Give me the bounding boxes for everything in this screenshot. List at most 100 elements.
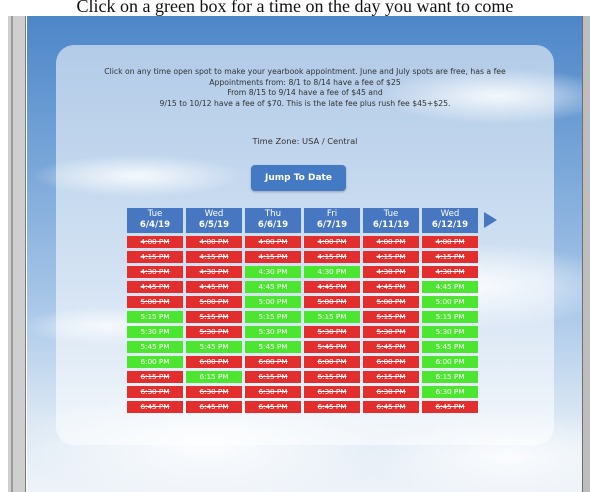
booked-time-slot: 6:15 PM bbox=[245, 371, 301, 383]
date-label: 6/5/19 bbox=[198, 220, 230, 230]
booked-time-slot: 6:30 PM bbox=[127, 386, 183, 398]
booked-time-slot: 4:45 PM bbox=[186, 281, 242, 293]
booked-time-slot: 4:00 PM bbox=[186, 236, 242, 248]
booked-time-slot: 6:45 PM bbox=[422, 401, 478, 413]
browser-frame-left bbox=[8, 16, 26, 492]
weekday-label: Thu bbox=[264, 209, 282, 219]
booked-time-slot: 6:45 PM bbox=[127, 401, 183, 413]
open-time-slot[interactable]: 6:30 PM bbox=[422, 386, 478, 398]
date-label: 6/4/19 bbox=[139, 220, 171, 230]
booked-time-slot: 4:00 PM bbox=[127, 236, 183, 248]
date-label: 6/7/19 bbox=[316, 220, 348, 230]
booked-time-slot: 4:15 PM bbox=[422, 251, 478, 263]
booked-time-slot: 6:45 PM bbox=[304, 401, 360, 413]
booked-time-slot: 4:00 PM bbox=[245, 236, 301, 248]
booked-time-slot: 6:30 PM bbox=[245, 386, 301, 398]
date-column-header: Tue 6/4/19 bbox=[127, 208, 183, 233]
open-time-slot[interactable]: 6:00 PM bbox=[127, 356, 183, 368]
booked-time-slot: 5:00 PM bbox=[304, 296, 360, 308]
open-time-slot[interactable]: 5:15 PM bbox=[422, 311, 478, 323]
booked-time-slot: 4:30 PM bbox=[127, 266, 183, 278]
open-time-slot[interactable]: 4:30 PM bbox=[245, 266, 301, 278]
open-time-slot[interactable]: 4:45 PM bbox=[422, 281, 478, 293]
date-label: 6/11/19 bbox=[372, 220, 410, 230]
open-time-slot[interactable]: 5:45 PM bbox=[245, 341, 301, 353]
open-time-slot[interactable]: 6:00 PM bbox=[422, 356, 478, 368]
open-time-slot[interactable]: 4:30 PM bbox=[304, 266, 360, 278]
booked-time-slot: 5:30 PM bbox=[186, 326, 242, 338]
date-column-header: Wed 6/5/19 bbox=[186, 208, 242, 233]
booked-time-slot: 6:00 PM bbox=[245, 356, 301, 368]
booked-time-slot: 4:15 PM bbox=[186, 251, 242, 263]
weekday-label: Tue bbox=[383, 209, 399, 219]
open-time-slot[interactable]: 6:15 PM bbox=[186, 371, 242, 383]
booked-time-slot: 4:45 PM bbox=[363, 281, 419, 293]
booked-time-slot: 4:00 PM bbox=[422, 236, 478, 248]
weekday-label: Fri bbox=[326, 209, 338, 219]
open-time-slot[interactable]: 5:15 PM bbox=[245, 311, 301, 323]
booked-time-slot: 4:30 PM bbox=[422, 266, 478, 278]
open-time-slot[interactable]: 6:15 PM bbox=[422, 371, 478, 383]
booked-time-slot: 4:30 PM bbox=[186, 266, 242, 278]
next-week-arrow-icon[interactable] bbox=[484, 212, 497, 228]
booked-time-slot: 4:15 PM bbox=[127, 251, 183, 263]
jump-to-date-button[interactable]: Jump To Date bbox=[251, 165, 346, 191]
booked-time-slot: 5:30 PM bbox=[363, 326, 419, 338]
booked-time-slot: 6:30 PM bbox=[304, 386, 360, 398]
booked-time-slot: 6:15 PM bbox=[304, 371, 360, 383]
open-time-slot[interactable]: 5:15 PM bbox=[127, 311, 183, 323]
booked-time-slot: 6:30 PM bbox=[186, 386, 242, 398]
booked-time-slot: 6:45 PM bbox=[363, 401, 419, 413]
open-time-slot[interactable]: 5:45 PM bbox=[186, 341, 242, 353]
booked-time-slot: 6:45 PM bbox=[245, 401, 301, 413]
booked-time-slot: 5:45 PM bbox=[304, 341, 360, 353]
date-column-header: Fri 6/7/19 bbox=[304, 208, 360, 233]
notice-line: Click on any time open spot to make your… bbox=[104, 67, 506, 76]
weekday-label: Wed bbox=[204, 209, 224, 219]
booked-time-slot: 5:45 PM bbox=[363, 341, 419, 353]
booked-time-slot: 6:15 PM bbox=[363, 371, 419, 383]
booked-time-slot: 6:00 PM bbox=[186, 356, 242, 368]
open-time-slot[interactable]: 5:45 PM bbox=[127, 341, 183, 353]
date-column-header: Tue 6/11/19 bbox=[363, 208, 419, 233]
booked-time-slot: 5:15 PM bbox=[363, 311, 419, 323]
booked-time-slot: 4:45 PM bbox=[304, 281, 360, 293]
appointment-grid: Tue 6/4/19 Wed 6/5/19 Thu 6/6/19 Fri 6/7/19 Tue 6… bbox=[127, 208, 478, 413]
open-time-slot[interactable]: 5:30 PM bbox=[127, 326, 183, 338]
booked-time-slot: 4:00 PM bbox=[363, 236, 419, 248]
weekday-label: Tue bbox=[147, 209, 163, 219]
open-time-slot[interactable]: 5:45 PM bbox=[422, 341, 478, 353]
booked-time-slot: 4:00 PM bbox=[304, 236, 360, 248]
browser-frame-right bbox=[582, 16, 590, 492]
open-time-slot[interactable]: 5:15 PM bbox=[304, 311, 360, 323]
booked-time-slot: 6:00 PM bbox=[304, 356, 360, 368]
date-column-header: Thu 6/6/19 bbox=[245, 208, 301, 233]
booked-time-slot: 6:30 PM bbox=[363, 386, 419, 398]
booked-time-slot: 6:15 PM bbox=[127, 371, 183, 383]
booked-time-slot: 5:00 PM bbox=[363, 296, 419, 308]
booked-time-slot: 5:30 PM bbox=[304, 326, 360, 338]
open-time-slot[interactable]: 5:00 PM bbox=[422, 296, 478, 308]
booked-time-slot: 5:15 PM bbox=[186, 311, 242, 323]
booked-time-slot: 4:30 PM bbox=[363, 266, 419, 278]
booked-time-slot: 4:15 PM bbox=[245, 251, 301, 263]
booked-time-slot: 4:15 PM bbox=[363, 251, 419, 263]
booked-time-slot: 6:00 PM bbox=[363, 356, 419, 368]
open-time-slot[interactable]: 5:30 PM bbox=[422, 326, 478, 338]
booked-time-slot: 5:00 PM bbox=[127, 296, 183, 308]
open-time-slot[interactable]: 4:45 PM bbox=[245, 281, 301, 293]
time-zone-label: Time Zone: USA / Central bbox=[252, 136, 358, 146]
date-label: 6/12/19 bbox=[431, 220, 469, 230]
booked-time-slot: 6:45 PM bbox=[186, 401, 242, 413]
notice-line: 9/15 to 10/12 have a fee of $70. This is… bbox=[159, 98, 451, 108]
open-time-slot[interactable]: 5:30 PM bbox=[245, 326, 301, 338]
weekday-label: Wed bbox=[440, 209, 460, 219]
booked-time-slot: 4:45 PM bbox=[127, 281, 183, 293]
booked-time-slot: 4:15 PM bbox=[304, 251, 360, 263]
fee-notice: Click on any time open spot to make your… bbox=[56, 67, 554, 109]
notice-line: Appointments from: 8/1 to 8/14 have a fe… bbox=[209, 77, 401, 87]
date-column-header: Wed 6/12/19 bbox=[422, 208, 478, 233]
booked-time-slot: 5:00 PM bbox=[186, 296, 242, 308]
notice-line: From 8/15 to 9/14 have a fee of $45 and bbox=[227, 88, 383, 97]
open-time-slot[interactable]: 5:00 PM bbox=[245, 296, 301, 308]
